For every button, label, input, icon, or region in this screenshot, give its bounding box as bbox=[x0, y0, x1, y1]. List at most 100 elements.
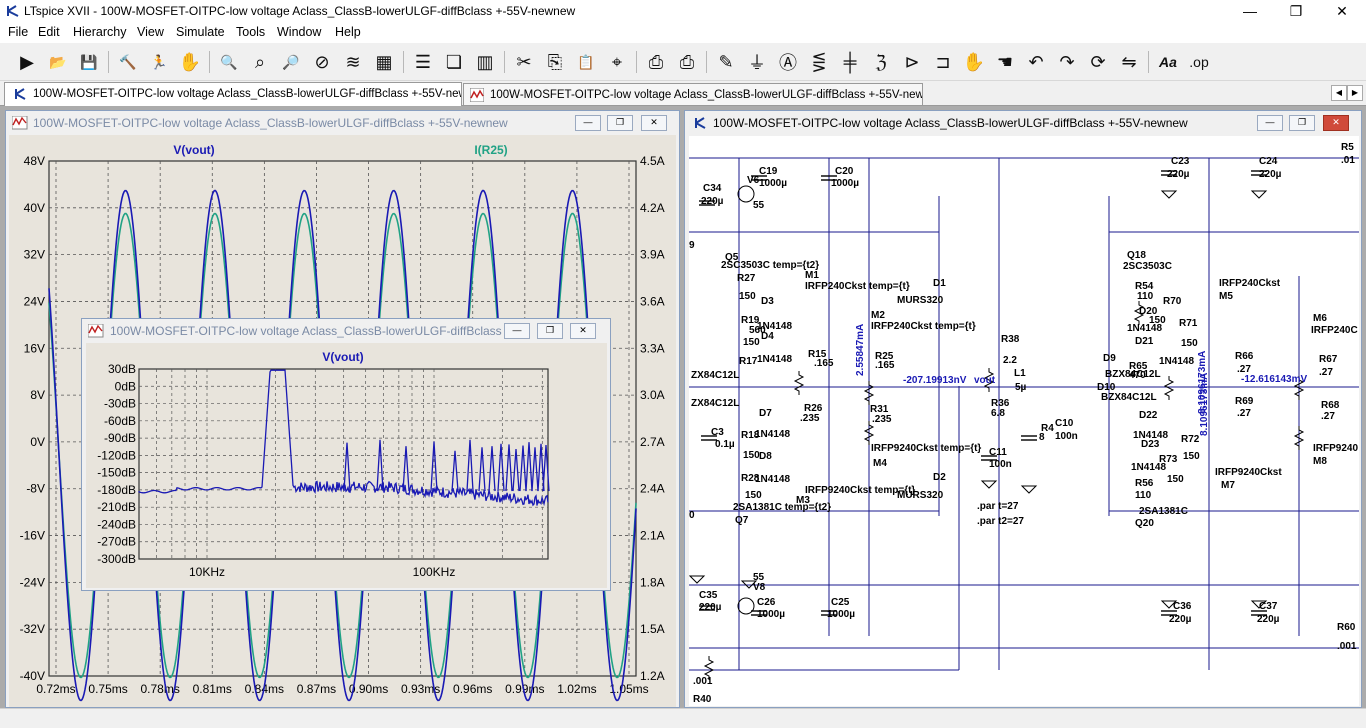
label-net-icon[interactable]: Ⓐ bbox=[775, 49, 801, 75]
control-panel-icon[interactable]: 🔨 bbox=[115, 49, 141, 75]
mirror-icon[interactable]: ⇋ bbox=[1116, 49, 1142, 75]
schematic-label: -207.19913nV bbox=[903, 375, 967, 386]
draw-wire-icon[interactable]: ✎ bbox=[713, 49, 739, 75]
menu-file[interactable]: File bbox=[8, 25, 28, 39]
autorange-icon[interactable]: ≋ bbox=[340, 49, 366, 75]
capacitor-icon[interactable]: ╪ bbox=[837, 49, 863, 75]
schematic-label: C19 bbox=[759, 166, 778, 177]
tile-vertical-icon[interactable]: ▥ bbox=[472, 49, 498, 75]
fft-window-titlebar[interactable]: 100W-MOSFET-OITPC-low voltage Aclass_Cla… bbox=[82, 319, 610, 343]
schematic-close-button[interactable]: ✕ bbox=[1323, 115, 1349, 131]
find-icon[interactable]: ⌖ bbox=[604, 49, 630, 75]
menu-hierarchy[interactable]: Hierarchy bbox=[73, 25, 127, 39]
diode-icon[interactable]: ⊳ bbox=[899, 49, 925, 75]
menu-simulate[interactable]: Simulate bbox=[176, 25, 225, 39]
component-icon[interactable]: ⊐ bbox=[930, 49, 956, 75]
waveform-minimize-button[interactable]: — bbox=[575, 115, 601, 131]
schematic-label: vout bbox=[974, 375, 996, 386]
schematic-label: R68 bbox=[1321, 400, 1340, 411]
schematic-label: D1 bbox=[933, 278, 946, 289]
halt-icon[interactable]: 🏃 bbox=[146, 49, 172, 75]
schematic-label: R17 bbox=[739, 356, 758, 367]
zoom-in-icon[interactable]: 🔍 bbox=[216, 49, 242, 75]
waveform-icon bbox=[470, 88, 484, 102]
schematic-label: 150 bbox=[739, 291, 756, 302]
schematic-label: MURS320 bbox=[897, 295, 944, 306]
rotate-icon[interactable]: ⟳ bbox=[1085, 49, 1111, 75]
redo-icon[interactable]: ↷ bbox=[1054, 49, 1080, 75]
schematic-label: C10 bbox=[1055, 418, 1074, 429]
schematic-maximize-button[interactable]: ❐ bbox=[1289, 115, 1315, 131]
schematic-label: 150 bbox=[743, 337, 760, 348]
cut-icon[interactable]: ✂ bbox=[511, 49, 537, 75]
text-icon[interactable]: Aa bbox=[1155, 49, 1181, 75]
schematic-label: 1N4148 bbox=[755, 474, 790, 485]
resistor-icon[interactable]: ⋚ bbox=[806, 49, 832, 75]
schematic-label: .165 bbox=[814, 358, 834, 369]
pan-icon[interactable]: ✋ bbox=[177, 49, 203, 75]
spice-directive-icon[interactable]: .op bbox=[1186, 49, 1212, 75]
ground-icon[interactable]: ⏚ bbox=[744, 49, 770, 75]
zoom-out-icon[interactable]: 🔎 bbox=[278, 49, 304, 75]
grid-icon[interactable]: ▦ bbox=[371, 49, 397, 75]
y-tick-label-left: 8V bbox=[30, 388, 45, 402]
maximize-button[interactable]: ❐ bbox=[1273, 0, 1319, 23]
schematic-label: .235 bbox=[872, 414, 892, 425]
fft-y-tick-label: -60dB bbox=[104, 414, 136, 428]
open-icon[interactable]: 📂 bbox=[45, 49, 71, 75]
print-setup-icon[interactable]: ⎙ bbox=[674, 49, 700, 75]
tab-scroll-right-icon[interactable]: ▶ bbox=[1347, 85, 1363, 101]
fft-close-button[interactable]: ✕ bbox=[570, 323, 596, 339]
schematic-minimize-button[interactable]: — bbox=[1257, 115, 1283, 131]
schematic-label: IRFP9240 bbox=[1313, 443, 1358, 454]
y-tick-label-left: 40V bbox=[24, 201, 45, 215]
tab-waveform[interactable]: 100W-MOSFET-OITPC-low voltage Aclass_Cla… bbox=[463, 83, 923, 105]
menu-help[interactable]: Help bbox=[335, 25, 361, 39]
schematic-label: D21 bbox=[1135, 336, 1154, 347]
print-icon[interactable]: ⎙ bbox=[643, 49, 669, 75]
waveform-close-button[interactable]: ✕ bbox=[641, 115, 667, 131]
tile-horizontal-icon[interactable]: ☰ bbox=[410, 49, 436, 75]
y-tick-label-right: 1.2A bbox=[640, 669, 665, 683]
menu-edit[interactable]: Edit bbox=[38, 25, 60, 39]
schematic-label: .01 bbox=[1341, 155, 1355, 166]
waveform-maximize-button[interactable]: ❐ bbox=[607, 115, 633, 131]
zoom-area-icon[interactable]: ⌕ bbox=[247, 49, 273, 75]
schematic-label: M8 bbox=[1313, 456, 1327, 467]
run-icon[interactable]: ▶ bbox=[14, 49, 40, 75]
undo-icon[interactable]: ↶ bbox=[1023, 49, 1049, 75]
waveform-window-title: 100W-MOSFET-OITPC-low voltage Aclass_Cla… bbox=[33, 116, 508, 130]
fft-y-tick-label: -180dB bbox=[97, 483, 136, 497]
schematic-label: 110 bbox=[1137, 291, 1154, 302]
schematic-label: R38 bbox=[1001, 334, 1020, 345]
y-tick-label-left: -8V bbox=[26, 482, 45, 496]
tab-schematic[interactable]: 100W-MOSFET-OITPC-low voltage Aclass_Cla… bbox=[4, 82, 462, 106]
x-tick-label: 0.81ms bbox=[193, 682, 232, 696]
menu-view[interactable]: View bbox=[137, 25, 164, 39]
schematic-label: R27 bbox=[737, 273, 756, 284]
save-icon[interactable]: 💾 bbox=[76, 49, 102, 75]
paste-icon[interactable]: 📋 bbox=[573, 49, 599, 75]
schematic-window-titlebar[interactable]: 100W-MOSFET-OITPC-low voltage Aclass_Cla… bbox=[685, 111, 1361, 135]
zoom-cancel-icon[interactable]: ⊘ bbox=[309, 49, 335, 75]
schematic-label: .235 bbox=[800, 413, 820, 424]
minimize-button[interactable]: — bbox=[1227, 0, 1273, 23]
fft-background bbox=[86, 343, 607, 588]
schematic-label: 8 bbox=[1039, 432, 1045, 443]
inductor-icon[interactable]: ℨ bbox=[868, 49, 894, 75]
copy-icon[interactable]: ⎘ bbox=[542, 49, 568, 75]
move-icon[interactable]: ✋ bbox=[961, 49, 987, 75]
waveform-window-titlebar[interactable]: 100W-MOSFET-OITPC-low voltage Aclass_Cla… bbox=[6, 111, 679, 135]
fft-minimize-button[interactable]: — bbox=[504, 323, 530, 339]
menu-window[interactable]: Window bbox=[277, 25, 321, 39]
y-tick-label-left: 0V bbox=[30, 435, 45, 449]
drag-icon[interactable]: ☚ bbox=[992, 49, 1018, 75]
schematic-canvas[interactable]: C34220µC191000µC201000µ55V6C23220µC24220… bbox=[689, 136, 1359, 706]
cascade-icon[interactable]: ❏ bbox=[441, 49, 467, 75]
fft-plot[interactable]: 30dB 0dB -30dB -60dB -90dB -120dB -150dB -180dB… bbox=[86, 343, 607, 588]
schematic-label: .27 bbox=[1237, 408, 1251, 419]
close-button[interactable]: ✕ bbox=[1319, 0, 1365, 23]
menu-tools[interactable]: Tools bbox=[236, 25, 265, 39]
fft-maximize-button[interactable]: ❐ bbox=[537, 323, 563, 339]
tab-scroll-left-icon[interactable]: ◀ bbox=[1331, 85, 1347, 101]
